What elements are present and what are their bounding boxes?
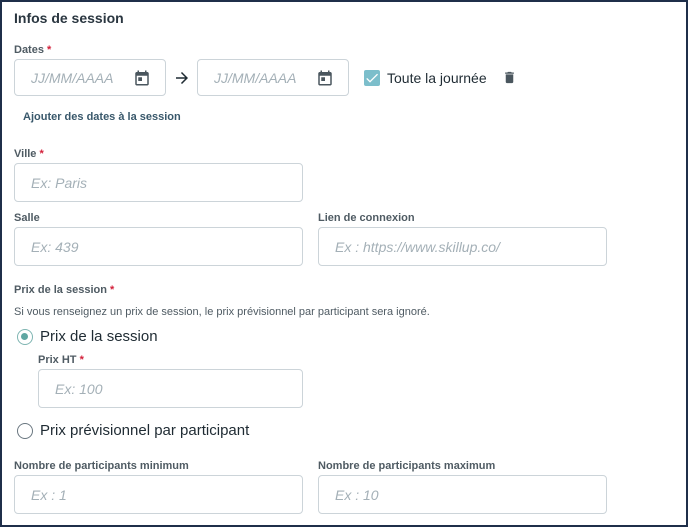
- prix-label-text: Prix de la session: [14, 284, 107, 296]
- radio-prix-session[interactable]: [17, 329, 33, 345]
- ville-label: Ville *: [14, 148, 44, 160]
- lien-input[interactable]: [319, 228, 606, 265]
- ville-input[interactable]: [15, 164, 302, 201]
- max-participants-label: Nombre de participants maximum: [318, 460, 496, 472]
- lien-label: Lien de connexion: [318, 212, 415, 224]
- start-date-field[interactable]: [14, 59, 166, 96]
- arrow-right-icon: [176, 72, 188, 84]
- required-mark: *: [110, 284, 115, 296]
- section-title: Infos de session: [14, 10, 124, 26]
- required-mark: *: [79, 354, 84, 366]
- max-participants-field[interactable]: [318, 475, 607, 514]
- prix-ht-field[interactable]: [38, 369, 303, 408]
- salle-label: Salle: [14, 212, 40, 224]
- min-participants-label: Nombre de participants minimum: [14, 460, 189, 472]
- add-dates-link[interactable]: Ajouter des dates à la session: [23, 111, 181, 123]
- prix-ht-label-text: Prix HT: [38, 354, 77, 366]
- required-mark: *: [47, 44, 52, 56]
- radio-prix-participant-label[interactable]: Prix prévisionnel par participant: [40, 422, 249, 439]
- radio-prix-participant[interactable]: [17, 423, 33, 439]
- lien-field[interactable]: [318, 227, 607, 266]
- all-day-label[interactable]: Toute la journée: [387, 70, 487, 86]
- trash-icon[interactable]: [502, 70, 517, 85]
- dates-label: Dates *: [14, 44, 51, 56]
- ville-label-text: Ville: [14, 148, 37, 160]
- max-participants-input[interactable]: [319, 476, 606, 513]
- all-day-checkbox[interactable]: [364, 70, 380, 86]
- session-info-panel: Infos de session Dates * Toute la journé…: [0, 0, 688, 527]
- calendar-icon[interactable]: [133, 69, 151, 87]
- prix-ht-input[interactable]: [39, 370, 302, 407]
- calendar-icon[interactable]: [316, 69, 334, 87]
- ville-field[interactable]: [14, 163, 303, 202]
- salle-field[interactable]: [14, 227, 303, 266]
- prix-helper-text: Si vous renseignez un prix de session, l…: [14, 306, 430, 318]
- min-participants-input[interactable]: [15, 476, 302, 513]
- salle-input[interactable]: [15, 228, 302, 265]
- check-icon: [366, 73, 378, 83]
- end-date-field[interactable]: [197, 59, 349, 96]
- min-participants-field[interactable]: [14, 475, 303, 514]
- required-mark: *: [39, 148, 44, 160]
- prix-ht-label: Prix HT *: [38, 354, 84, 366]
- dates-label-text: Dates: [14, 44, 44, 56]
- prix-label: Prix de la session *: [14, 284, 114, 296]
- radio-prix-session-label[interactable]: Prix de la session: [40, 328, 158, 345]
